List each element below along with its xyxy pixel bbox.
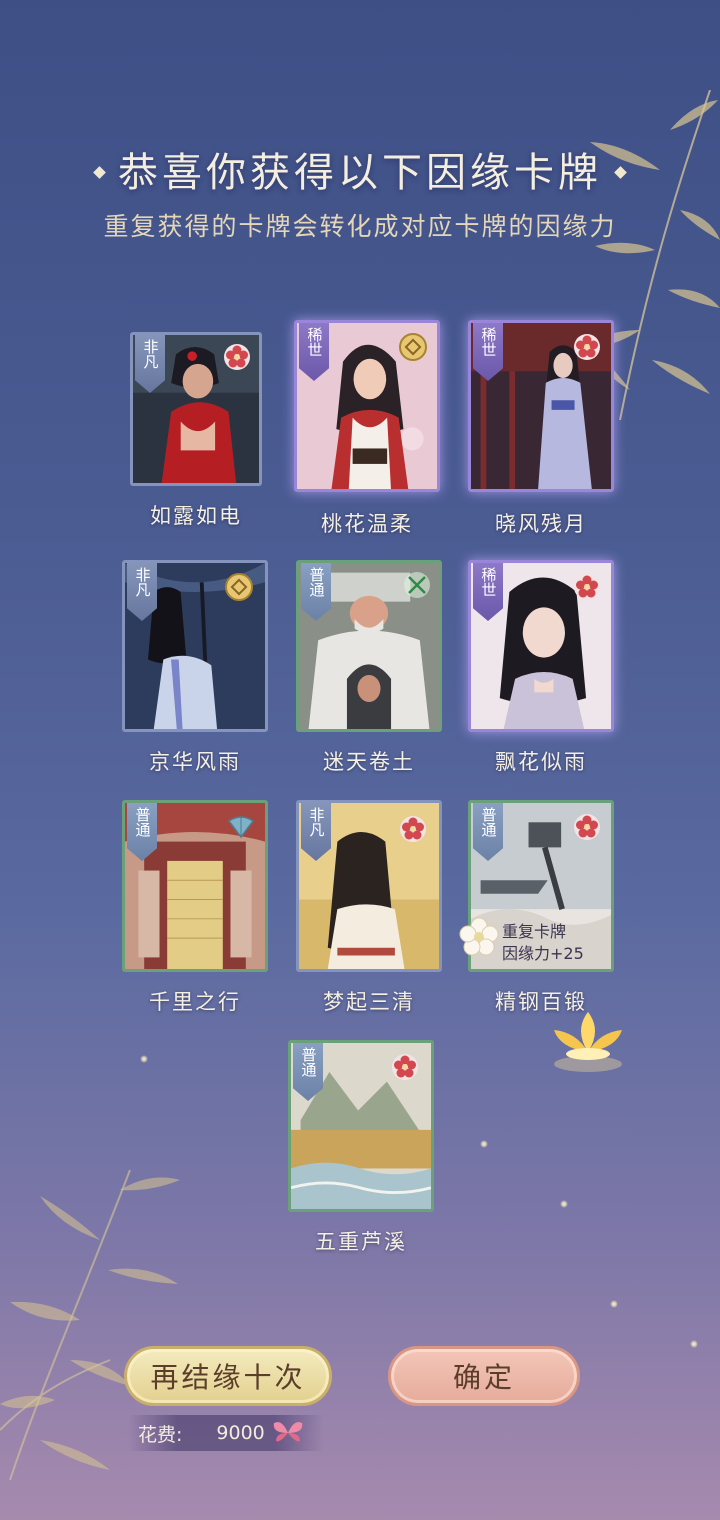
tier-tag-text: 稀世: [479, 567, 498, 597]
card-wuchong-luxi[interactable]: 普通: [288, 1040, 434, 1212]
card-name: 晓风残月: [495, 512, 587, 536]
card-taohua-wenrou[interactable]: 稀世: [294, 320, 440, 492]
sparkle-dot: [610, 1300, 618, 1308]
sparkle-dot: [480, 1140, 488, 1148]
tier-tag-text: 普通: [479, 807, 498, 837]
card-name: 五重芦溪: [315, 1230, 407, 1254]
card-name: 京华风雨: [149, 750, 241, 774]
tier-tag-text: 非凡: [307, 807, 326, 837]
diamond-ornament-icon: [614, 165, 627, 179]
duplicate-card-badge: 重复卡牌 因缘力+25: [459, 912, 600, 972]
sparkle-dot: [560, 1200, 568, 1208]
card-name: 桃花温柔: [321, 512, 413, 536]
page-title-text: 恭喜你获得以下因缘卡牌: [118, 150, 602, 196]
tier-tag-text: 稀世: [305, 327, 324, 357]
card-mitian-juantu[interactable]: 普通: [296, 560, 442, 732]
confirm-button[interactable]: 确定: [388, 1346, 580, 1406]
draw-again-button[interactable]: 再结缘十次: [124, 1346, 332, 1406]
golden-lotus-icon: [554, 1012, 622, 1072]
plum-blossom-icon: [224, 344, 250, 370]
plum-blossom-icon: [574, 814, 600, 840]
card-xiaofeng-canyue[interactable]: 稀世: [468, 320, 614, 492]
crossed-swords-icon: [404, 572, 430, 598]
plum-blossom-icon: [574, 334, 600, 360]
plum-blossom-icon: [392, 1054, 418, 1080]
duplicate-line-1: 重复卡牌: [502, 922, 567, 941]
tier-tag-text: 稀世: [479, 327, 498, 357]
card-name: 如露如电: [150, 504, 242, 528]
tier-tag-text: 普通: [133, 807, 152, 837]
sparkle-dot: [690, 1340, 698, 1348]
tier-tag-text: 普通: [307, 567, 326, 597]
card-name: 梦起三清: [323, 990, 415, 1014]
cost-label: 花费:: [138, 1423, 183, 1446]
gold-coin-icon: [399, 333, 427, 361]
card-name: 飘花似雨: [495, 750, 587, 774]
gold-coin-icon: [225, 573, 253, 601]
card-piaohua-siyu[interactable]: 稀世: [468, 560, 614, 732]
diamond-ornament-icon: [93, 165, 106, 179]
page-subtitle: 重复获得的卡牌会转化成对应卡牌的因缘力: [103, 212, 617, 241]
card-qianli-zhixing[interactable]: 普通: [122, 800, 268, 972]
fan-icon: [227, 816, 255, 839]
cost-display: 花费: 9000: [128, 1415, 324, 1451]
tier-tag-text: 非凡: [133, 567, 152, 597]
card-name: 迷天卷土: [323, 750, 415, 774]
butterfly-icon: [273, 1422, 302, 1442]
card-rulu-rudian[interactable]: 非凡: [130, 332, 262, 486]
card-mengqi-sanqing[interactable]: 非凡: [296, 800, 442, 972]
plum-blossom-icon: [574, 574, 600, 600]
white-flower-icon: [459, 917, 499, 956]
plum-blossom-icon: [400, 816, 426, 842]
cost-amount: 9000: [216, 1422, 265, 1444]
page-title: 恭喜你获得以下因缘卡牌: [0, 140, 720, 198]
card-jinghua-fengyu[interactable]: 非凡: [122, 560, 268, 732]
tier-tag-text: 普通: [299, 1047, 318, 1077]
card-name: 千里之行: [149, 990, 241, 1014]
tier-tag-text: 非凡: [141, 339, 160, 369]
sparkle-dot: [140, 1055, 148, 1063]
duplicate-line-2: 因缘力+25: [502, 944, 584, 963]
